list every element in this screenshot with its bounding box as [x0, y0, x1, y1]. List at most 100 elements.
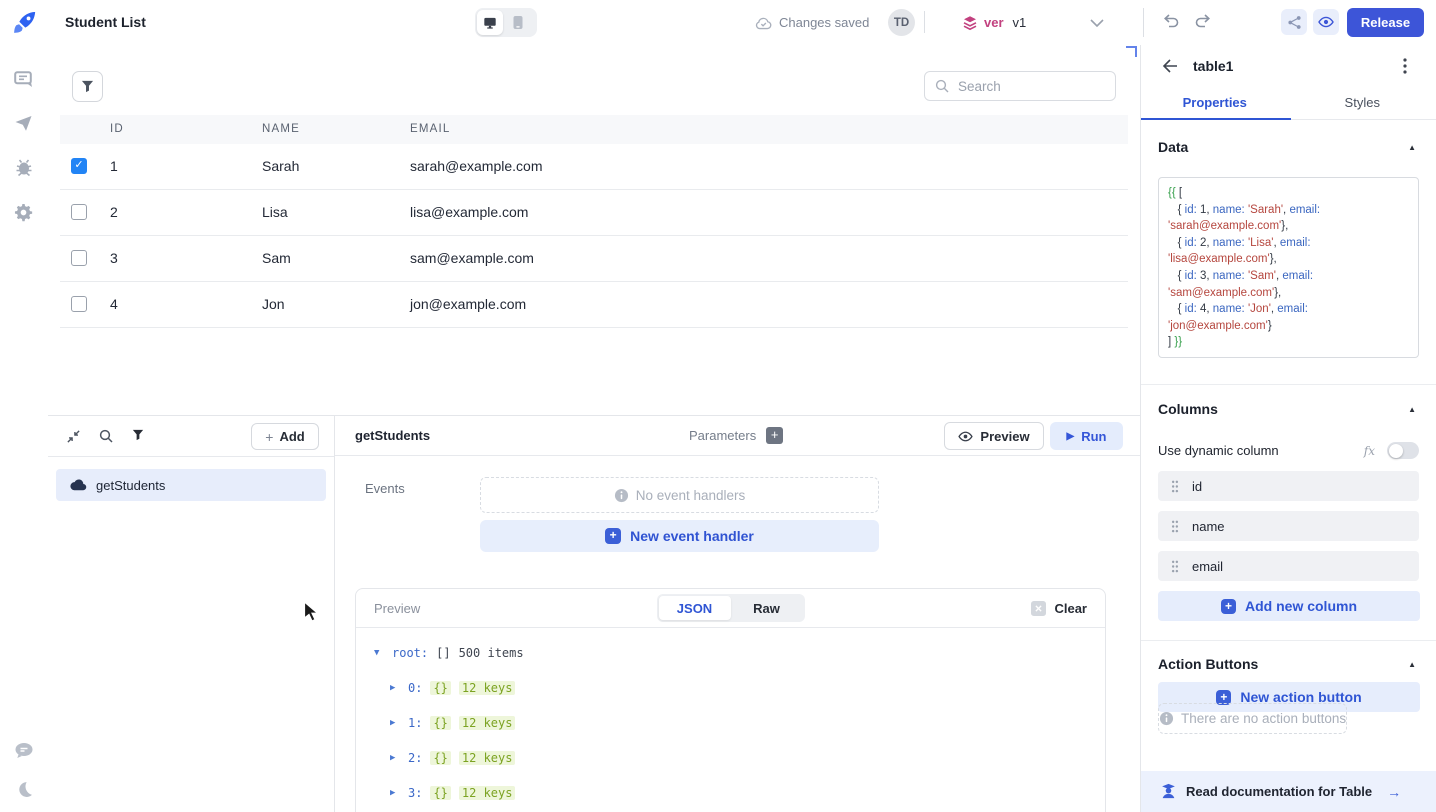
- filter-queries-icon[interactable]: [132, 429, 144, 441]
- collapse-section-icon[interactable]: ▲: [1408, 405, 1416, 414]
- table-row[interactable]: 3 Sam sam@example.com: [60, 236, 1128, 282]
- cell-email: sam@example.com: [410, 236, 534, 281]
- arrow-right-icon: →: [1387, 784, 1401, 800]
- action-buttons-title: Action Buttons: [1158, 656, 1258, 672]
- share-icon: [1287, 15, 1302, 30]
- clear-response-button[interactable]: Clear: [1031, 601, 1087, 616]
- preview-app-button[interactable]: [1313, 9, 1339, 35]
- expand-triangle-icon[interactable]: ▶: [390, 718, 400, 728]
- column-header-id[interactable]: ID: [110, 123, 124, 135]
- json-tree-item[interactable]: ▶ 0: {} 12 keys: [390, 678, 1087, 697]
- expand-triangle-icon[interactable]: ▶: [390, 788, 400, 798]
- root-count: 500 items: [459, 646, 524, 660]
- documentation-link[interactable]: Read documentation for Table →: [1141, 771, 1436, 812]
- comments-icon[interactable]: [14, 71, 34, 89]
- response-header: Preview JSON Raw Clear: [356, 589, 1105, 628]
- dynamic-column-toggle[interactable]: [1387, 442, 1419, 459]
- version-selector[interactable]: ver v1: [962, 0, 1026, 45]
- row-checkbox[interactable]: [71, 250, 87, 266]
- item-index: 1:: [408, 716, 422, 730]
- inspector-body: Data ▲ {{ [ { id: 1, name: 'Sarah', emai…: [1141, 119, 1436, 712]
- row-checkbox[interactable]: [71, 204, 87, 220]
- table-search[interactable]: [924, 71, 1116, 101]
- kebab-menu-icon[interactable]: [1403, 58, 1407, 74]
- app-root: Student List Changes saved TD ver v1: [0, 0, 1436, 812]
- tab-styles[interactable]: Styles: [1289, 86, 1436, 119]
- tab-raw[interactable]: Raw: [731, 596, 803, 620]
- expand-triangle-icon[interactable]: ▶: [390, 683, 400, 693]
- fx-icon[interactable]: fx: [1364, 444, 1375, 458]
- column-list: id name email: [1158, 471, 1419, 581]
- drag-handle-icon[interactable]: [1171, 480, 1179, 493]
- chevron-down-icon[interactable]: [1090, 19, 1104, 27]
- desktop-mode-icon[interactable]: [477, 10, 503, 35]
- add-parameter-button[interactable]: +: [766, 427, 783, 444]
- widget-name[interactable]: table1: [1193, 58, 1233, 74]
- json-tree-item[interactable]: ▶ 2: {} 12 keys: [390, 748, 1087, 767]
- mobile-mode-icon[interactable]: [505, 10, 531, 35]
- table-body: ✓ 1 Sarah sarah@example.com 2 Lisa lisa@…: [60, 144, 1128, 328]
- save-status: Changes saved: [755, 0, 869, 45]
- add-query-label: Add: [279, 429, 304, 444]
- run-query-button[interactable]: ▶ Run: [1050, 422, 1123, 450]
- drag-handle-icon[interactable]: [1171, 520, 1179, 533]
- code-line: ] }}: [1168, 334, 1409, 351]
- search-input[interactable]: [956, 78, 1090, 95]
- collapse-triangle-icon[interactable]: ▼: [374, 648, 384, 658]
- debug-bug-icon[interactable]: [14, 158, 34, 177]
- table-row[interactable]: 4 Jon jon@example.com: [60, 282, 1128, 328]
- help-chat-icon[interactable]: [14, 742, 34, 759]
- layers-version-icon: [962, 15, 978, 31]
- query-list-item[interactable]: getStudents: [56, 469, 326, 501]
- column-header-name[interactable]: NAME: [262, 123, 300, 135]
- app-logo-icon[interactable]: [11, 9, 38, 36]
- rest-api-cloud-icon: [70, 479, 87, 491]
- code-line: {{ [: [1168, 185, 1409, 202]
- user-avatar[interactable]: TD: [888, 9, 915, 36]
- canvas: ID NAME EMAIL ✓ 1 Sarah sarah@example.co…: [48, 45, 1140, 415]
- row-checkbox[interactable]: ✓: [71, 158, 87, 174]
- json-tree-item[interactable]: ▶ 3: {} 12 keys: [390, 783, 1087, 802]
- share-button[interactable]: [1281, 9, 1307, 35]
- preview-query-button[interactable]: Preview: [944, 422, 1044, 450]
- widget-selection-handle[interactable]: [1126, 46, 1137, 57]
- json-tree-item[interactable]: ▶ 1: {} 12 keys: [390, 713, 1087, 732]
- settings-gear-icon[interactable]: [14, 203, 34, 222]
- table-filter-button[interactable]: [72, 71, 103, 102]
- add-new-column-button[interactable]: + Add new column: [1158, 591, 1420, 621]
- data-code-editor[interactable]: {{ [ { id: 1, name: 'Sarah', email:'sara…: [1158, 177, 1419, 358]
- column-item[interactable]: id: [1158, 471, 1419, 501]
- dynamic-column-row: Use dynamic column fx: [1158, 442, 1419, 459]
- new-event-handler-button[interactable]: + New event handler: [480, 520, 879, 552]
- funnel-icon: [81, 80, 94, 93]
- column-header-email[interactable]: EMAIL: [410, 123, 451, 135]
- json-tree-root[interactable]: ▼ root: [] 500 items: [374, 643, 1087, 662]
- collapse-section-icon[interactable]: ▲: [1408, 143, 1416, 152]
- drag-handle-icon[interactable]: [1171, 560, 1179, 573]
- column-item[interactable]: email: [1158, 551, 1419, 581]
- cell-id: 2: [110, 190, 118, 235]
- root-bracket: []: [436, 646, 450, 660]
- back-arrow-icon[interactable]: [1162, 59, 1178, 73]
- plus-icon: +: [265, 429, 273, 445]
- row-checkbox[interactable]: [71, 296, 87, 312]
- release-button[interactable]: Release: [1347, 8, 1424, 37]
- column-item[interactable]: name: [1158, 511, 1419, 541]
- tab-json[interactable]: JSON: [659, 596, 731, 620]
- deploy-send-icon[interactable]: [14, 115, 34, 132]
- redo-icon[interactable]: [1194, 13, 1212, 29]
- dark-mode-moon-icon[interactable]: [16, 781, 33, 798]
- query-list-header: + Add: [48, 416, 334, 457]
- collapse-section-icon[interactable]: ▲: [1408, 660, 1416, 669]
- tab-properties[interactable]: Properties: [1141, 86, 1289, 119]
- device-mode-toggle[interactable]: [475, 8, 537, 37]
- collapse-panel-icon[interactable]: [66, 429, 81, 444]
- table-row[interactable]: ✓ 1 Sarah sarah@example.com: [60, 144, 1128, 190]
- code-line: { id: 2, name: 'Lisa', email:: [1168, 235, 1409, 252]
- search-queries-icon[interactable]: [99, 429, 113, 443]
- add-query-button[interactable]: + Add: [251, 423, 319, 450]
- search-icon: [935, 79, 949, 93]
- table-row[interactable]: 2 Lisa lisa@example.com: [60, 190, 1128, 236]
- undo-icon[interactable]: [1162, 13, 1180, 29]
- expand-triangle-icon[interactable]: ▶: [390, 753, 400, 763]
